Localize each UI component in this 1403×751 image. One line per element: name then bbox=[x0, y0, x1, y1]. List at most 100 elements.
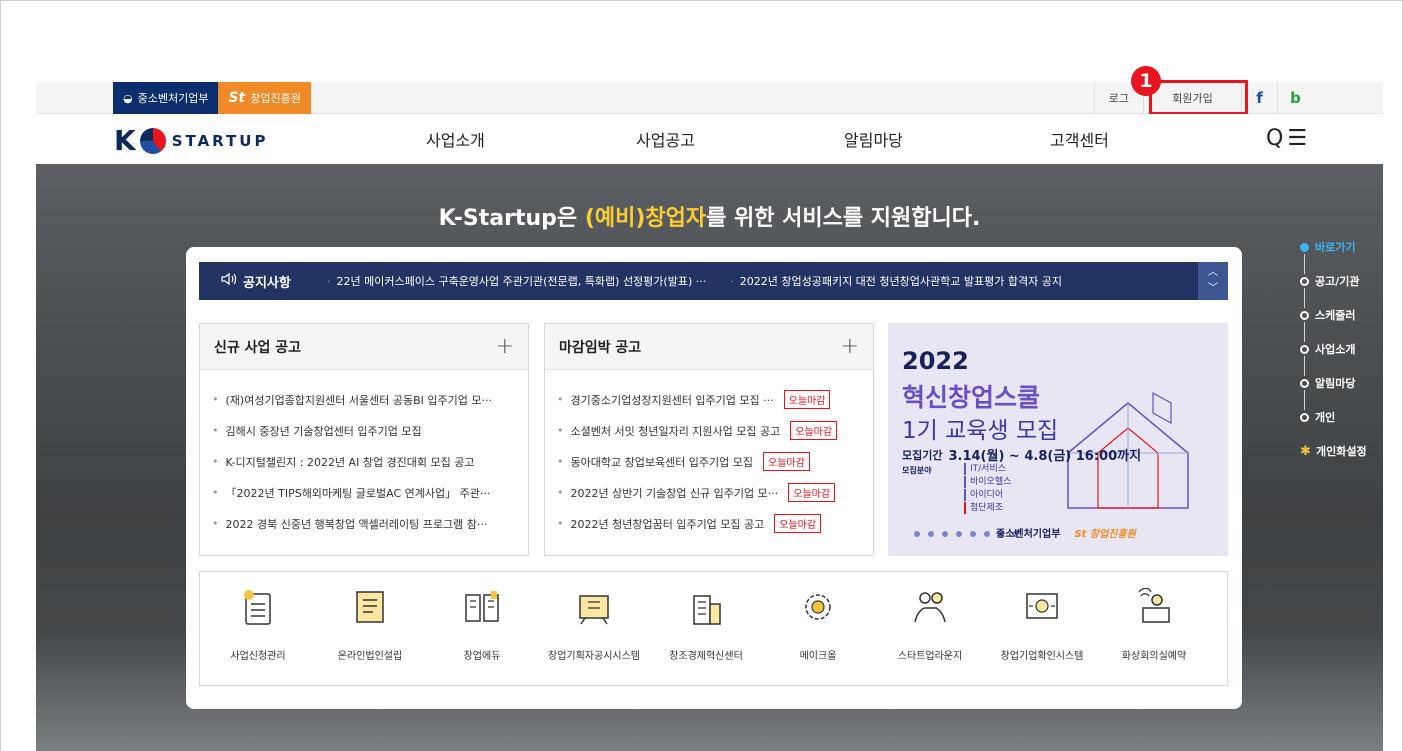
banner-period-value: 3.14(월) ~ 4.8(금) 16:00까지 bbox=[948, 449, 1142, 464]
bullet-icon: • bbox=[557, 393, 564, 406]
list-item[interactable]: • 동아대학교 창업보육센터 입주기업 모집 오늘마감 bbox=[557, 446, 861, 477]
blog-icon[interactable]: b bbox=[1277, 82, 1313, 114]
quick-item[interactable]: 창업기업확인시스템 bbox=[984, 572, 1100, 687]
quick-item[interactable]: 창조경제혁신센터 bbox=[648, 572, 764, 687]
document-icon bbox=[350, 587, 390, 627]
pagination-dot[interactable] bbox=[942, 531, 948, 537]
list-item-text: 2022 경북 신중년 행복창업 액셀러레이팅 프로그램 참··· bbox=[225, 517, 488, 531]
kised-link[interactable]: St 창업진흥원 bbox=[218, 82, 311, 114]
pagination-dot[interactable] bbox=[928, 531, 934, 537]
ring-icon bbox=[1300, 276, 1309, 286]
mss-label: 중소벤처기업부 bbox=[137, 92, 209, 105]
side-item-personal[interactable]: 개인 bbox=[1300, 400, 1400, 434]
chevron-down-icon[interactable]: ﹀ bbox=[1208, 281, 1218, 297]
banner-year: 2022 bbox=[902, 347, 969, 375]
checklist-icon bbox=[238, 587, 278, 627]
side-item-label: 공고/기관 bbox=[1315, 275, 1360, 288]
list-item[interactable]: • 김해시 중장년 기술창업센터 입주기업 모집 bbox=[212, 415, 516, 446]
more-plus-icon[interactable]: + bbox=[841, 334, 859, 359]
notice-arrows: ︿ ﹀ bbox=[1198, 262, 1228, 300]
quick-item[interactable]: 화상회의실예약 bbox=[1096, 572, 1212, 687]
search-doc-icon bbox=[1022, 587, 1062, 627]
side-item-label: 알림마당 bbox=[1315, 377, 1356, 390]
list-item[interactable]: • K-디지털챌린지 : 2022년 AI 창업 경진대회 모집 공고 bbox=[212, 446, 516, 477]
banner-field: IT/서비스 bbox=[964, 463, 1011, 475]
bullet-icon: • bbox=[212, 393, 219, 406]
promo-banner[interactable]: 2022 혁신창업스쿨 1기 교육생 모집 모집기간 3.14(월) ~ 4.8… bbox=[888, 323, 1228, 556]
side-item-label: 바로가기 bbox=[1315, 241, 1356, 254]
quick-item[interactable]: 사업신청관리 bbox=[200, 572, 316, 687]
deadline-badge: 오늘마감 bbox=[788, 483, 836, 502]
side-item-notices[interactable]: 알림마당 bbox=[1300, 366, 1400, 410]
side-item-announcements[interactable]: 공고/기관 bbox=[1300, 264, 1400, 308]
banner-period: 모집기간 3.14(월) ~ 4.8(금) 16:00까지 bbox=[902, 445, 1142, 465]
hamburger-menu-icon[interactable]: ☰ bbox=[1287, 126, 1307, 151]
list-item[interactable]: • 「2022년 TIPS해외마케팅 글로벌AC 연계사업」 주관··· bbox=[212, 477, 516, 508]
new-business-head: 신규 사업 공고 + bbox=[200, 324, 528, 370]
notice-items: 22년 메이커스페이스 구축운영사업 주관기관(전문랩, 특화랩) 선정평가(발… bbox=[327, 273, 1062, 289]
bullet-icon: • bbox=[212, 424, 219, 437]
quick-item-label: 사업신청관리 bbox=[230, 651, 286, 662]
list-item[interactable]: • 경기중소기업성장지원센터 입주기업 모집 ··· 오늘마감 bbox=[557, 384, 861, 415]
join-highlight-box bbox=[1149, 80, 1248, 115]
pagination-dot[interactable] bbox=[970, 531, 976, 537]
list-item[interactable]: • 2022년 청년창업꿈터 입주기업 모집 공고 오늘마감 bbox=[557, 508, 861, 539]
list-item-text: 2022년 청년창업꿈터 입주기업 모집 공고 bbox=[570, 517, 765, 531]
banner-logo-kised: St 창업진흥원 bbox=[1074, 529, 1136, 540]
pagination-dot[interactable] bbox=[914, 531, 920, 537]
logo-text: STARTUP bbox=[171, 131, 269, 150]
hero-title-pre: K-Startup은 bbox=[438, 206, 585, 231]
book-icon bbox=[462, 587, 502, 627]
banner-subtitle: 1기 교육생 모집 bbox=[902, 418, 1059, 444]
quick-item-label: 화상회의실예약 bbox=[1121, 651, 1187, 662]
menu-announcements[interactable]: 사업공고 bbox=[636, 127, 695, 151]
side-item-personal-settings[interactable]: ✱ 개인화설정 bbox=[1300, 434, 1400, 468]
more-plus-icon[interactable]: + bbox=[496, 334, 514, 359]
global-navigation: K STARTUP 사업소개 사업공고 알림마당 고객센터 Q ☰ bbox=[36, 114, 1383, 164]
banner-logos: 중소벤처기업부 St 창업진흥원 bbox=[996, 525, 1136, 540]
quick-item[interactable]: 온라인법인설립 bbox=[312, 572, 428, 687]
frame-top-border bbox=[0, 0, 1403, 1]
menu-business-intro[interactable]: 사업소개 bbox=[426, 127, 485, 151]
deadline-badge: 오늘마감 bbox=[774, 514, 822, 533]
quick-item[interactable]: 창업기획자공시시스템 bbox=[536, 572, 652, 687]
list-item[interactable]: • 소셜벤처 서밋 청년일자리 지원사업 모집 공고 오늘마감 bbox=[557, 415, 861, 446]
list-item[interactable]: • (재)여성기업종합지원센터 서울센터 공동BI 입주기업 모··· bbox=[212, 384, 516, 415]
menu-notices[interactable]: 알림마당 bbox=[844, 127, 903, 151]
new-business-list: • (재)여성기업종합지원센터 서울센터 공동BI 입주기업 모··· • 김해시 … bbox=[200, 370, 528, 539]
mss-link[interactable]: ◒ 중소벤처기업부 bbox=[113, 82, 219, 114]
bullet-icon: • bbox=[212, 455, 219, 468]
bullet-icon: • bbox=[557, 486, 564, 499]
side-item-scheduler[interactable]: 스케줄러 bbox=[1300, 298, 1400, 342]
banner-field: 아이디어 bbox=[964, 489, 1011, 501]
list-item-text: K-디지털챌린지 : 2022년 AI 창업 경진대회 모집 공고 bbox=[225, 455, 475, 469]
ring-icon bbox=[1300, 378, 1309, 388]
side-item-shortcut[interactable]: 바로가기 bbox=[1300, 230, 1400, 274]
menu-customer-center[interactable]: 고객센터 bbox=[1050, 127, 1109, 151]
list-item-text: (재)여성기업종합지원센터 서울센터 공동BI 입주기업 모··· bbox=[225, 393, 493, 407]
kised-label: 창업진흥원 bbox=[250, 92, 301, 105]
ring-icon bbox=[1300, 310, 1309, 320]
quick-item[interactable]: 스타트업라운지 bbox=[872, 572, 988, 687]
chevron-up-icon[interactable]: ︿ bbox=[1208, 265, 1218, 281]
notice-item[interactable]: 2022년 창업성공패키지 대전 청년창업사관학교 발표평가 합격자 공지 bbox=[730, 273, 1062, 289]
banner-field: 첨단제조 bbox=[964, 502, 1011, 514]
pagination-dot[interactable] bbox=[984, 531, 990, 537]
list-item-text: 경기중소기업성장지원센터 입주기업 모집 ··· bbox=[570, 393, 774, 407]
search-icon[interactable]: Q bbox=[1266, 126, 1283, 151]
quick-item[interactable]: 메이크올 bbox=[760, 572, 876, 687]
side-item-business[interactable]: 사업소개 bbox=[1300, 332, 1400, 376]
deadline-panel: 마감임박 공고 + • 경기중소기업성장지원센터 입주기업 모집 ··· 오늘마감 … bbox=[544, 323, 874, 556]
notice-bar: 공지사항 22년 메이커스페이스 구축운영사업 주관기관(전문랩, 특화랩) 선… bbox=[199, 262, 1228, 300]
notice-label-text: 공지사항 bbox=[243, 275, 291, 291]
bullet-icon: • bbox=[212, 486, 219, 499]
site-logo[interactable]: K STARTUP bbox=[114, 124, 268, 157]
quick-item[interactable]: 창업에듀 bbox=[424, 572, 540, 687]
banner-fields: IT/서비스 바이오헬스 아이디어 첨단제조 bbox=[964, 463, 1011, 515]
notice-item[interactable]: 22년 메이커스페이스 구축운영사업 주관기관(전문랩, 특화랩) 선정평가(발… bbox=[327, 273, 707, 289]
list-item[interactable]: • 2022년 상반기 기술창업 신규 입주기업 모··· 오늘마감 bbox=[557, 477, 861, 508]
gnb-icons: Q ☰ bbox=[1266, 126, 1307, 151]
building-icon bbox=[686, 587, 726, 627]
pagination-dot[interactable] bbox=[956, 531, 962, 537]
list-item[interactable]: • 2022 경북 신중년 행복창업 액셀러레이팅 프로그램 참··· bbox=[212, 508, 516, 539]
